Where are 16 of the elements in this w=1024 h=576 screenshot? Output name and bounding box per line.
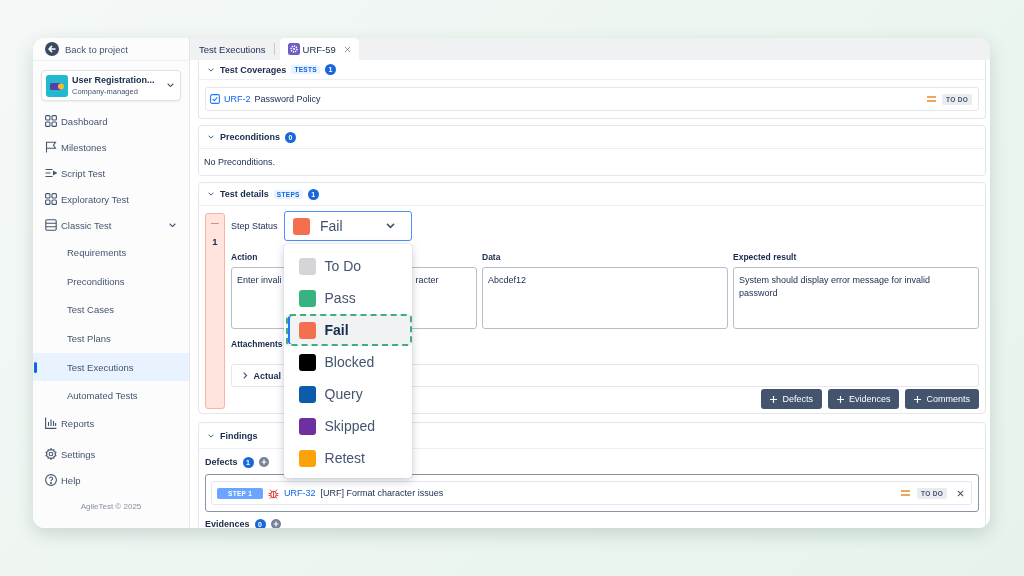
field-label: Step Status — [231, 221, 278, 231]
section-title: Test Coverages — [220, 64, 287, 75]
section-title: Preconditions — [220, 132, 280, 142]
section-title: Findings — [220, 430, 258, 441]
field-label: Expected result — [733, 251, 798, 263]
group-label: Defects — [205, 457, 238, 467]
field-label: Action — [231, 251, 259, 263]
section-title: Test details — [220, 189, 269, 199]
issue-summary: Password Policy — [254, 94, 321, 104]
step-number: 1 — [212, 236, 218, 248]
copyright-text: AgileTest © 2025 — [79, 501, 143, 514]
section-text: No Preconditions. — [203, 156, 277, 169]
group-label: Evidences — [205, 519, 250, 528]
issue-summary: [URF] Format character issues — [320, 488, 444, 498]
field-label: Data — [482, 251, 502, 263]
field-label: Attachments — [231, 338, 283, 350]
